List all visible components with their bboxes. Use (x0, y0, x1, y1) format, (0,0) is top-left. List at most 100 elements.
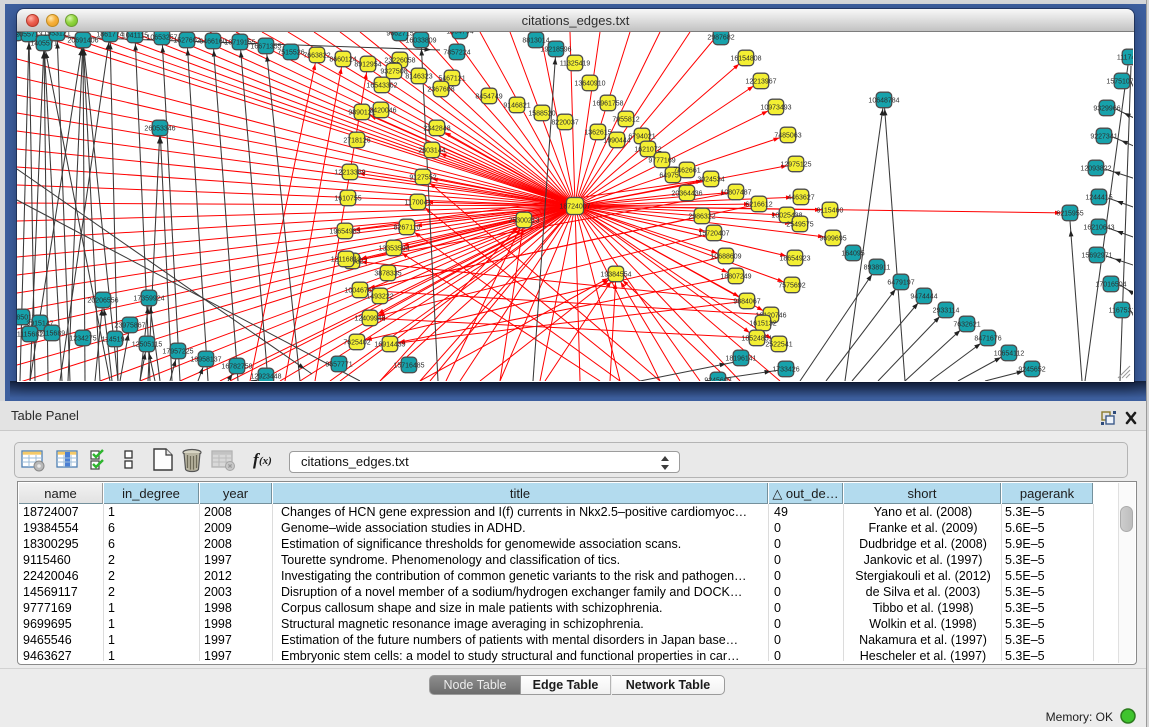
svg-text:12213389: 12213389 (334, 170, 365, 177)
svg-text:7462661: 7462661 (673, 168, 700, 175)
svg-text:2803144: 2803144 (418, 148, 445, 155)
svg-text:20206556: 20206556 (87, 298, 118, 305)
svg-text:15716485: 15716485 (393, 363, 424, 370)
svg-text:6479197: 6479197 (887, 280, 914, 287)
svg-text:12505115: 12505115 (132, 342, 163, 349)
svg-text:1117403: 1117403 (1117, 55, 1133, 62)
svg-text:16961758: 16961758 (592, 101, 623, 108)
svg-text:16543362: 16543362 (366, 83, 397, 90)
svg-text:9890121: 9890121 (348, 110, 375, 117)
svg-text:9699695: 9699695 (819, 236, 846, 243)
svg-text:1588520: 1588520 (528, 111, 555, 118)
svg-text:10973493: 10973493 (760, 105, 791, 112)
svg-text:8912954: 8912954 (354, 62, 381, 69)
svg-text:19384554: 19384554 (600, 272, 631, 279)
svg-text:8220037: 8220037 (551, 120, 578, 127)
svg-text:17957225: 17957225 (162, 349, 193, 356)
svg-text:1990444: 1990444 (603, 138, 630, 145)
svg-text:15692971: 15692971 (1081, 253, 1112, 260)
svg-text:1115689: 1115689 (39, 331, 65, 338)
svg-text:7663822: 7663822 (303, 53, 330, 60)
svg-text:7955812: 7955812 (612, 117, 639, 124)
svg-text:20691406: 20691406 (67, 38, 98, 45)
svg-text:8471676: 8471676 (974, 336, 1001, 343)
svg-text:1170041: 1170041 (405, 200, 432, 207)
svg-text:12975125: 12975125 (780, 162, 811, 169)
svg-text:12923448: 12923448 (250, 374, 281, 381)
svg-text:2342848: 2342848 (423, 126, 450, 133)
svg-text:16782759: 16782759 (221, 364, 252, 371)
svg-text:9329966: 9329966 (1093, 106, 1120, 113)
svg-text:9245652: 9245652 (1018, 367, 1045, 374)
svg-text:1362615: 1362615 (584, 130, 611, 137)
svg-text:10648784: 10648784 (868, 98, 899, 105)
svg-text:10688609: 10688609 (710, 254, 741, 261)
svg-text:8215955: 8215955 (1056, 211, 1083, 218)
svg-text:9777169: 9777169 (648, 158, 675, 165)
svg-text:1861774: 1861774 (96, 32, 123, 39)
svg-text:2933114: 2933114 (933, 308, 960, 315)
svg-text:9474444: 9474444 (910, 294, 937, 301)
svg-text:20364436: 20364436 (671, 191, 702, 198)
svg-text:2549575: 2549575 (786, 222, 813, 229)
svg-text:3024534: 3024534 (697, 177, 724, 184)
svg-text:3878335: 3878335 (374, 271, 401, 278)
svg-text:6216612: 6216612 (745, 202, 772, 209)
svg-text:1405571: 1405571 (30, 41, 57, 48)
svg-text:2718126: 2718126 (343, 138, 370, 145)
svg-text:7515526: 7515526 (277, 50, 304, 57)
svg-text:16154808: 16154808 (730, 56, 761, 63)
svg-text:164095: 164095 (841, 251, 864, 258)
svg-text:1733426: 1733426 (772, 367, 799, 374)
svg-text:9245603: 9245603 (704, 378, 731, 381)
svg-text:9884067: 9884067 (733, 299, 760, 306)
svg-text:13353594: 13353594 (378, 246, 409, 253)
svg-text:4463627: 4463627 (787, 195, 814, 202)
svg-text:1041115: 1041115 (122, 33, 148, 40)
svg-text:18724007: 18724007 (559, 204, 590, 211)
svg-text:9146821: 9146821 (503, 103, 530, 110)
svg-text:26053346: 26053346 (144, 126, 175, 133)
svg-text:(x): (x) (259, 455, 272, 467)
svg-text:1244415: 1244415 (1085, 195, 1112, 202)
svg-text:7485063: 7485063 (774, 133, 801, 140)
svg-text:10654112: 10654112 (994, 351, 1025, 358)
svg-text:1167531: 1167531 (1109, 308, 1133, 315)
svg-text:18196141: 18196141 (725, 356, 756, 363)
svg-text:19958137: 19958137 (190, 357, 221, 364)
svg-text:10807487: 10807487 (720, 190, 751, 197)
svg-text:8267110: 8267110 (394, 225, 421, 232)
svg-text:7632621: 7632621 (953, 322, 980, 329)
svg-text:17016504: 17016504 (1095, 282, 1126, 289)
svg-text:11325419: 11325419 (560, 61, 591, 68)
svg-text:12116812: 12116812 (331, 257, 362, 264)
svg-text:12093822: 12093822 (1080, 166, 1111, 173)
svg-text:12409948: 12409948 (354, 316, 385, 323)
svg-text:16210643: 16210643 (1083, 225, 1114, 232)
svg-text:7625402: 7625402 (343, 340, 370, 347)
svg-text:25300213: 25300213 (508, 218, 539, 225)
svg-text:8146323: 8146323 (405, 74, 432, 81)
svg-text:1145194: 1145194 (102, 337, 129, 344)
svg-text:8813014: 8813014 (522, 38, 549, 45)
svg-text:7857224: 7857224 (443, 50, 470, 57)
svg-text:9127552: 9127552 (409, 175, 436, 182)
svg-text:9657771: 9657771 (325, 362, 352, 369)
svg-text:13640910: 13640910 (574, 81, 605, 88)
svg-text:1234275: 1234275 (69, 336, 96, 343)
svg-text:19654983: 19654983 (329, 229, 360, 236)
svg-text:15720407: 15720407 (698, 231, 729, 238)
svg-text:1615132: 1615132 (749, 321, 776, 328)
svg-text:6466160: 6466160 (199, 39, 226, 46)
svg-text:2986322: 2986322 (688, 214, 715, 221)
svg-text:18807249: 18807249 (720, 274, 751, 281)
svg-text:17359924: 17359924 (133, 296, 164, 303)
svg-text:16033809: 16033809 (405, 38, 436, 45)
svg-text:7575692: 7575692 (778, 283, 805, 290)
svg-text:18654923: 18654923 (779, 256, 810, 263)
svg-text:2367608: 2367608 (427, 87, 454, 94)
svg-text:12213967: 12213967 (745, 79, 776, 86)
svg-text:1664794: 1664794 (446, 32, 473, 36)
svg-text:19218596: 19218596 (540, 47, 571, 54)
svg-text:2987682: 2987682 (707, 35, 734, 42)
